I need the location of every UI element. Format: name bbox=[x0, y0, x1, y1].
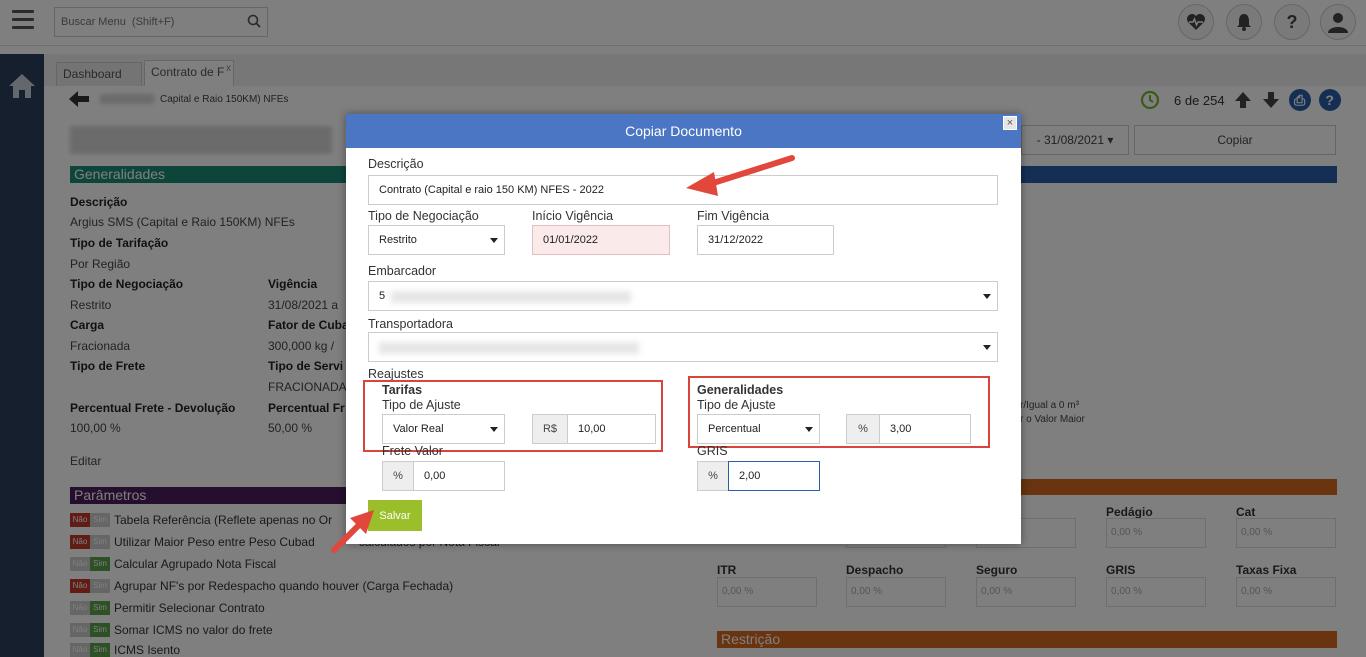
descricao-label: Descrição bbox=[368, 157, 424, 171]
annotation-arrow-icon bbox=[331, 510, 374, 553]
modal-header: Copiar Documento × bbox=[346, 114, 1021, 148]
caret-down-icon bbox=[983, 294, 991, 299]
gen-tipo-select[interactable]: Percentual bbox=[697, 414, 820, 444]
generalidades-title: Generalidades bbox=[697, 383, 784, 397]
annotation-arrow-icon bbox=[686, 155, 795, 196]
modal-title: Copiar Documento bbox=[625, 123, 742, 139]
embarcador-select[interactable]: 5 bbox=[368, 281, 998, 311]
percent-addon: % bbox=[697, 461, 729, 491]
currency-addon: R$ bbox=[532, 414, 568, 444]
tarifas-tipo-label: Tipo de Ajuste bbox=[382, 398, 461, 412]
caret-down-icon bbox=[490, 238, 498, 243]
embarcador-label: Embarcador bbox=[368, 264, 437, 278]
caret-down-icon bbox=[805, 427, 813, 432]
select-value: 5 bbox=[379, 290, 386, 302]
blurred-text bbox=[391, 291, 631, 303]
caret-down-icon bbox=[490, 427, 498, 432]
fim-vigencia-input[interactable] bbox=[697, 225, 834, 255]
tipo-negociacao-select[interactable]: Restrito bbox=[368, 225, 505, 255]
frete-valor-label: Frete Valor bbox=[382, 444, 443, 458]
blurred-text bbox=[379, 342, 639, 354]
tarifas-title: Tarifas bbox=[382, 383, 423, 397]
fim-vigencia-label: Fim Vigência bbox=[697, 209, 770, 223]
select-value: Valor Real bbox=[393, 423, 444, 435]
tarifas-value-input[interactable] bbox=[567, 414, 656, 444]
gris-label: GRIS bbox=[697, 444, 728, 458]
gen-tipo-label: Tipo de Ajuste bbox=[697, 398, 776, 412]
transportadora-select[interactable] bbox=[368, 332, 998, 362]
transportadora-label: Transportadora bbox=[368, 317, 453, 331]
frete-valor-input[interactable] bbox=[413, 461, 505, 491]
percent-addon: % bbox=[382, 461, 414, 491]
inicio-vigencia-label: Início Vigência bbox=[532, 209, 614, 223]
gen-value-input[interactable] bbox=[879, 414, 971, 444]
select-value: Restrito bbox=[379, 234, 417, 246]
close-icon[interactable]: × bbox=[1003, 116, 1017, 130]
reajustes-label: Reajustes bbox=[368, 367, 424, 381]
inicio-vigencia-input[interactable] bbox=[532, 225, 670, 255]
gris-input[interactable] bbox=[728, 461, 820, 491]
select-value: Percentual bbox=[708, 423, 761, 435]
percent-addon: % bbox=[846, 414, 880, 444]
tipo-negociacao-label: Tipo de Negociação bbox=[368, 209, 479, 223]
tarifas-tipo-select[interactable]: Valor Real bbox=[382, 414, 505, 444]
caret-down-icon bbox=[983, 345, 991, 350]
